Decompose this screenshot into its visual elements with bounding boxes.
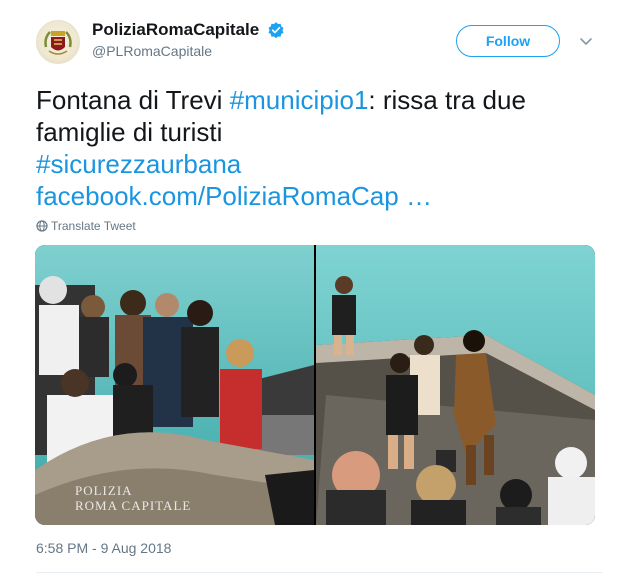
watermark-line: ROMA CAPITALE xyxy=(75,498,192,513)
author-handle[interactable]: @PLRomaCapitale xyxy=(92,43,285,59)
divider xyxy=(36,572,602,573)
translate-tweet-link[interactable]: Translate Tweet xyxy=(36,219,136,233)
verified-badge-icon xyxy=(268,22,284,39)
tweet-text-start: Fontana di Trevi xyxy=(36,85,230,115)
police-crest-icon xyxy=(44,31,72,55)
hashtag-link[interactable]: #municipio1 xyxy=(230,85,369,115)
photo-right[interactable] xyxy=(316,245,595,525)
photo-left[interactable]: POLIZIA ROMA CAPITALE xyxy=(35,245,314,525)
tweet-timestamp[interactable]: 6:58 PM - 9 Aug 2018 xyxy=(36,540,171,556)
author-info: PoliziaRomaCapitale @PLRomaCapitale xyxy=(92,20,285,59)
author-display-name[interactable]: PoliziaRomaCapitale xyxy=(92,20,259,40)
hashtag-link[interactable]: #sicurezzaurbana xyxy=(36,149,241,179)
external-link[interactable]: facebook.com/PoliziaRomaCap … xyxy=(36,181,432,211)
tweet-text: Fontana di Trevi #municipio1: rissa tra … xyxy=(36,84,596,212)
tweet-header: PoliziaRomaCapitale @PLRomaCapitale Foll… xyxy=(36,16,602,72)
fountain-fight-image xyxy=(316,245,595,525)
follow-button[interactable]: Follow xyxy=(456,25,560,57)
avatar[interactable] xyxy=(36,20,80,64)
translate-label: Translate Tweet xyxy=(51,219,136,233)
globe-icon xyxy=(36,220,48,232)
watermark-line: POLIZIA xyxy=(75,483,133,498)
chevron-down-icon[interactable] xyxy=(578,33,594,49)
media-grid: POLIZIA ROMA CAPITALE xyxy=(35,245,595,525)
watermark: POLIZIA ROMA CAPITALE xyxy=(75,483,191,513)
